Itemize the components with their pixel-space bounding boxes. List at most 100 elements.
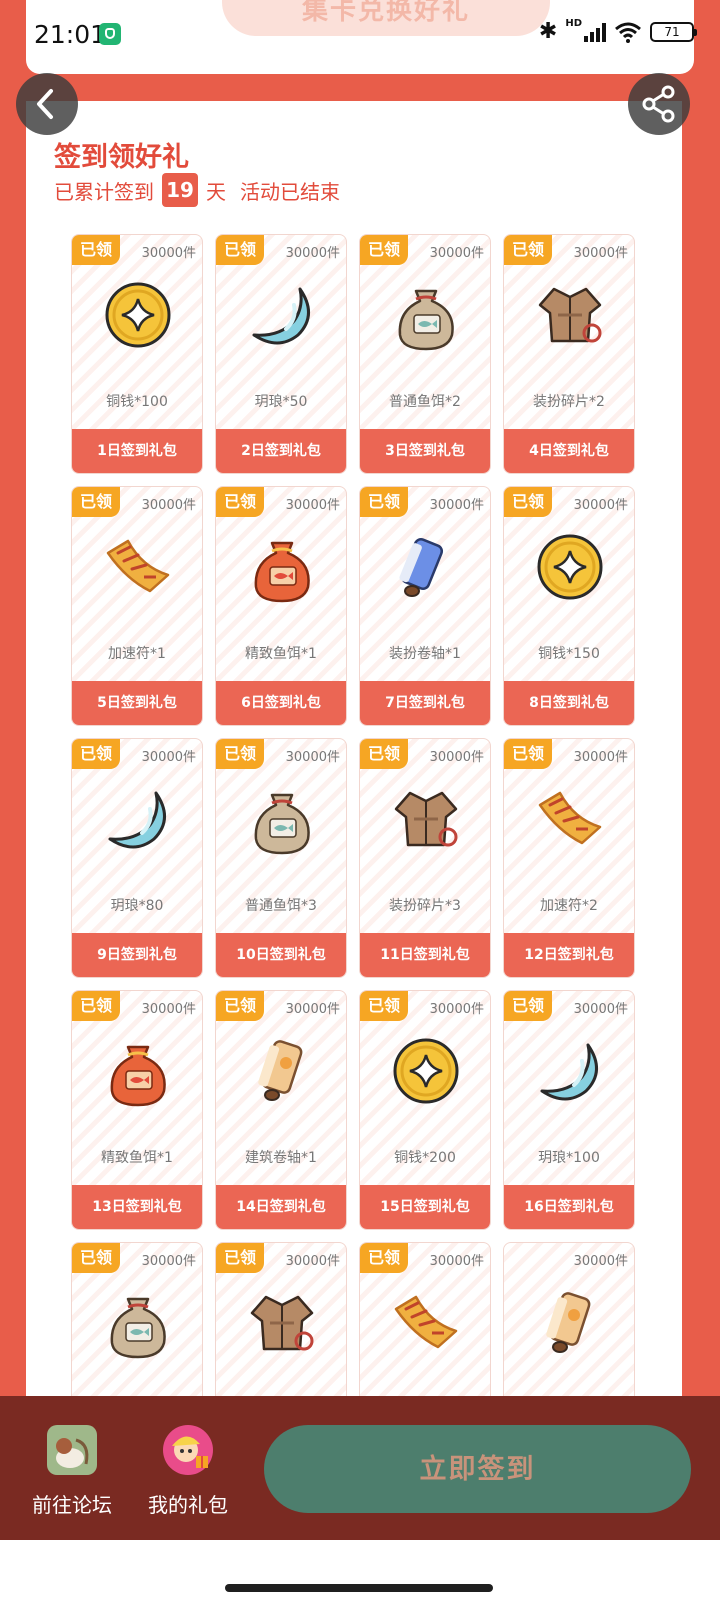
claimed-badge: 已领: [216, 991, 264, 1021]
talisman-icon: [386, 1283, 466, 1363]
bait-bag-icon: [98, 1283, 178, 1363]
reward-card[interactable]: 已领 30000件装扮碎片*2 4日签到礼包: [503, 234, 635, 474]
gift-avatar-icon: [163, 1425, 213, 1475]
bait-bag-icon: [242, 779, 322, 859]
reward-card[interactable]: 已领 30000件 普通鱼饵*2 3日签到礼包: [359, 234, 491, 474]
pack-label: 16日签到礼包: [504, 1185, 634, 1229]
reward-card[interactable]: 已领 30000件 建筑卷轴*1 14日签到礼包: [215, 990, 347, 1230]
pack-label: 13日签到礼包: [72, 1185, 202, 1229]
signal-icon: [584, 22, 606, 42]
stock-count: 30000件: [285, 750, 340, 765]
wifi-icon: [615, 22, 641, 43]
stock-count: 30000件: [285, 246, 340, 261]
claimed-badge: 已领: [72, 739, 120, 769]
stock-count: 30000件: [141, 750, 196, 765]
battery-level: 71: [664, 24, 680, 39]
item-name: 铜钱*100: [106, 394, 168, 410]
reward-card[interactable]: 已领 30000件 铜钱*150 8日签到礼包: [503, 486, 635, 726]
reward-card[interactable]: 已领 30000件 玥琅*80 9日签到礼包: [71, 738, 203, 978]
item-name: 装扮碎片*2: [533, 394, 605, 410]
item-name: 普通鱼饵*3: [245, 898, 317, 914]
event-status: 活动已结束: [240, 179, 340, 204]
forum-app-icon: [47, 1425, 97, 1475]
pack-label: 4日签到礼包: [504, 429, 634, 473]
reward-card[interactable]: 已领 30000件 加速符*1 5日签到礼包: [71, 486, 203, 726]
sign-in-button[interactable]: 立即签到: [264, 1425, 691, 1513]
item-name: 铜钱*200: [394, 1150, 456, 1166]
stock-count: 30000件: [141, 498, 196, 513]
stock-count: 30000件: [573, 1002, 628, 1017]
stock-count: 30000件: [285, 498, 340, 513]
claimed-badge: 已领: [360, 1243, 408, 1273]
back-button[interactable]: [16, 73, 78, 135]
item-name: 玥琅*100: [538, 1150, 600, 1166]
pack-label: 7日签到礼包: [360, 681, 490, 725]
claimed-badge: 已领: [216, 235, 264, 265]
pack-label: 14日签到礼包: [216, 1185, 346, 1229]
claimed-badge: 已领: [504, 991, 552, 1021]
stock-count: 30000件: [429, 1254, 484, 1269]
pack-label: 15日签到礼包: [360, 1185, 490, 1229]
gift-label: 我的礼包: [148, 1493, 228, 1517]
blue-scroll-icon: [386, 527, 466, 607]
claimed-badge: 已领: [216, 487, 264, 517]
signin-summary: 已累计签到 19 天 活动已结束: [54, 173, 340, 207]
item-name: 加速符*2: [540, 898, 598, 914]
build-scroll-icon: [242, 1031, 322, 1111]
forum-link[interactable]: 前往论坛: [22, 1424, 122, 1518]
reward-card[interactable]: 已领 30000件加速符*2 12日签到礼包: [503, 738, 635, 978]
reward-card[interactable]: 已领 30000件 装扮碎片*3 11日签到礼包: [359, 738, 491, 978]
outfit-icon: [386, 779, 466, 859]
coin-icon: [98, 275, 178, 355]
stock-count: 30000件: [429, 1002, 484, 1017]
pack-label: 5日签到礼包: [72, 681, 202, 725]
coin-icon: [530, 527, 610, 607]
stock-count: 30000件: [429, 246, 484, 261]
status-icons: ✱ HD 71: [538, 18, 697, 44]
claimed-badge: 已领: [72, 1243, 120, 1273]
home-indicator[interactable]: [225, 1584, 493, 1592]
banner-text: 集卡兑换好礼: [301, 0, 470, 26]
stock-count: 30000件: [573, 750, 628, 765]
talisman-icon: [98, 527, 178, 607]
pack-label: 12日签到礼包: [504, 933, 634, 977]
reward-card[interactable]: 已领 30000件玥琅*100 16日签到礼包: [503, 990, 635, 1230]
reward-card[interactable]: 已领 30000件 精致鱼饵*1 6日签到礼包: [215, 486, 347, 726]
moon-icon: [242, 275, 322, 355]
item-name: 玥琅*50: [254, 394, 308, 410]
page-title: 签到领好礼: [54, 142, 189, 173]
claimed-badge: 已领: [504, 487, 552, 517]
stock-count: 30000件: [573, 1254, 628, 1269]
bottom-bar: 前往论坛 我的礼包 立即签到: [0, 1396, 720, 1540]
stock-count: 30000件: [141, 1002, 196, 1017]
my-gifts-link[interactable]: 我的礼包: [138, 1424, 238, 1518]
share-button[interactable]: [628, 73, 690, 135]
reward-card[interactable]: 已领 30000件 铜钱*100 1日签到礼包: [71, 234, 203, 474]
status-time: 21:01: [34, 20, 107, 49]
days-count: 19: [162, 173, 198, 207]
security-shield-icon: [99, 23, 121, 45]
stock-count: 30000件: [285, 1002, 340, 1017]
reward-card[interactable]: 已领 30000件 铜钱*200 15日签到礼包: [359, 990, 491, 1230]
banner-tab[interactable]: 集卡兑换好礼: [222, 0, 550, 36]
claimed-badge: 已领: [504, 235, 552, 265]
share-icon: [642, 85, 675, 123]
pack-label: 6日签到礼包: [216, 681, 346, 725]
claimed-badge: 已领: [72, 487, 120, 517]
item-name: 铜钱*150: [538, 646, 600, 662]
item-name: 玥琅*80: [110, 898, 164, 914]
fine-bait-icon: [242, 527, 322, 607]
claimed-badge: 已领: [216, 739, 264, 769]
forum-label: 前往论坛: [32, 1493, 112, 1517]
pack-label: 2日签到礼包: [216, 429, 346, 473]
reward-card[interactable]: 已领 30000件玥琅*50 2日签到礼包: [215, 234, 347, 474]
reward-card[interactable]: 已领 30000件 普通鱼饵*3 10日签到礼包: [215, 738, 347, 978]
stock-count: 30000件: [573, 246, 628, 261]
reward-card[interactable]: 已领 30000件 精致鱼饵*1 13日签到礼包: [71, 990, 203, 1230]
claimed-badge: 已领: [504, 739, 552, 769]
bluetooth-icon: ✱: [538, 19, 558, 44]
reward-grid: 已领 30000件 铜钱*100 1日签到礼包 已领 30000件 玥琅*50 2日签到礼包已…: [71, 234, 635, 1482]
item-name: 装扮碎片*3: [389, 898, 461, 914]
reward-card[interactable]: 已领 30000件 装扮卷轴*1 7日签到礼包: [359, 486, 491, 726]
summary-prefix: 已累计签到: [54, 179, 154, 204]
